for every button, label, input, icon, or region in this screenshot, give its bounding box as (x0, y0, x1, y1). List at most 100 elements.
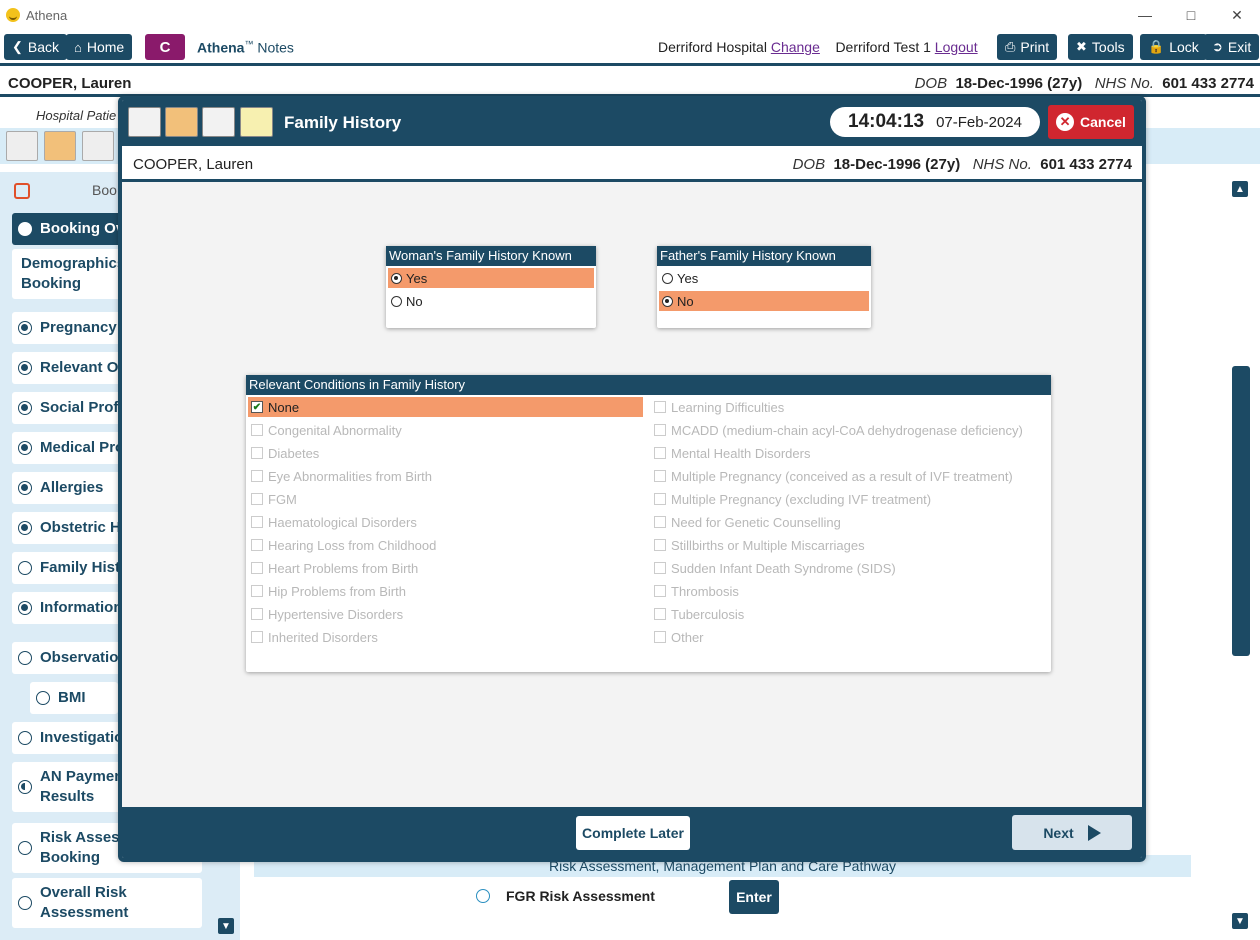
status-radio-icon (18, 321, 32, 335)
change-hospital-link[interactable]: Change (771, 39, 820, 55)
condition-option[interactable]: FGM (248, 489, 643, 509)
condition-option[interactable]: Need for Genetic Counselling (651, 512, 1046, 532)
father-option[interactable]: Yes (659, 268, 869, 288)
condition-label: Heart Problems from Birth (268, 560, 419, 576)
nhs-label: NHS No. (972, 156, 1032, 173)
checkbox-icon (654, 493, 666, 505)
nhs-value: 601 433 2774 (1162, 75, 1254, 92)
sidebar-item-label: Overall Risk Assessment (40, 884, 129, 921)
settings-icon[interactable] (128, 107, 161, 137)
checkbox-icon (654, 585, 666, 597)
home-button[interactable]: ⌂ Home (66, 34, 133, 60)
brand-sub: Notes (257, 39, 294, 56)
patient-icon[interactable] (82, 131, 114, 161)
tools-button[interactable]: ✖ Tools (1068, 34, 1133, 60)
back-label: Back (27, 39, 60, 55)
user-name: Derriford Test 1 (835, 39, 931, 55)
condition-option[interactable]: Multiple Pregnancy (conceived as a resul… (651, 466, 1046, 486)
condition-option[interactable]: Eye Abnormalities from Birth (248, 466, 643, 486)
scrollbar-thumb[interactable] (1232, 366, 1250, 656)
checkbox-icon (251, 608, 263, 620)
condition-option[interactable]: Inherited Disorders (248, 627, 643, 647)
enter-button[interactable]: Enter (729, 880, 779, 914)
calendar-icon[interactable] (240, 107, 273, 137)
next-button[interactable]: Next (1012, 815, 1132, 850)
medication-icon[interactable] (44, 131, 76, 161)
scroll-up-button[interactable]: ▲ (1232, 181, 1248, 197)
athena-logo-icon (6, 8, 20, 22)
condition-label: Diabetes (268, 445, 320, 461)
complete-later-button[interactable]: Complete Later (576, 816, 690, 850)
condition-option[interactable]: Diabetes (248, 443, 643, 463)
condition-option[interactable]: Stillbirths or Multiple Miscarriages (651, 535, 1046, 555)
condition-option[interactable]: Sudden Infant Death Syndrome (SIDS) (651, 558, 1046, 578)
fgr-risk-item: FGR Risk Assessment (470, 888, 655, 904)
dob-value: 18-Dec-1996 (27y) (955, 75, 1083, 92)
father-option[interactable]: No (659, 291, 869, 311)
cancel-icon: ✕ (1056, 113, 1075, 131)
sidebar-item-label: Medical Pro (40, 439, 125, 456)
condition-option[interactable]: Other (651, 627, 1046, 647)
modal-patient-banner: COOPER, Lauren DOB 18-Dec-1996 (27y) NHS… (122, 146, 1142, 182)
condition-option[interactable]: Thrombosis (651, 581, 1046, 601)
woman-option[interactable]: Yes (388, 268, 594, 288)
condition-option[interactable]: Haematological Disorders (248, 512, 643, 532)
modal-title: Family History (284, 113, 402, 132)
condition-label: Other (671, 629, 704, 645)
c-button[interactable]: C (145, 34, 185, 60)
condition-option[interactable]: Hypertensive Disorders (248, 604, 643, 624)
clock-time: 14:04:13 (848, 111, 925, 132)
condition-option[interactable]: Mental Health Disorders (651, 443, 1046, 463)
minimize-button[interactable]: — (1122, 0, 1168, 30)
condition-option[interactable]: Hip Problems from Birth (248, 581, 643, 601)
status-radio-icon (18, 361, 32, 375)
condition-option[interactable]: Tuberculosis (651, 604, 1046, 624)
chevron-left-icon: ❮ (12, 39, 23, 54)
sidebar-item-label: Observation (40, 649, 128, 666)
maximize-button[interactable]: □ (1168, 0, 1214, 30)
tools-label: Tools (1091, 39, 1125, 55)
condition-label: Congenital Abnormality (268, 422, 402, 438)
woman-family-history-panel: Woman's Family History Known Yes No (386, 246, 596, 328)
back-button[interactable]: ❮ Back (4, 34, 68, 60)
lock-button[interactable]: 🔒 Lock (1140, 34, 1207, 60)
close-window-button[interactable]: ✕ (1214, 0, 1260, 30)
condition-option[interactable]: Multiple Pregnancy (excluding IVF treatm… (651, 489, 1046, 509)
sidebar-item[interactable]: BMI (30, 682, 118, 714)
condition-label: Learning Difficulties (671, 399, 785, 415)
sidebar-item[interactable]: Overall Risk Assessment (12, 878, 202, 928)
father-panel-title: Father's Family History Known (657, 246, 871, 266)
checkbox-icon (251, 516, 263, 528)
patient-icon[interactable] (202, 107, 235, 137)
woman-option[interactable]: No (388, 291, 594, 311)
exit-button[interactable]: ➲ Exit (1204, 34, 1260, 60)
sidebar-item-label: Information (40, 599, 123, 616)
condition-option[interactable]: Heart Problems from Birth (248, 558, 643, 578)
medication-icon[interactable] (165, 107, 198, 137)
next-label: Next (1043, 824, 1074, 841)
home-label: Home (86, 39, 125, 55)
condition-label: Haematological Disorders (268, 514, 417, 530)
sidebar-item-label: Social Profil (40, 399, 127, 416)
checkbox-icon (251, 470, 263, 482)
condition-option[interactable]: MCADD (medium-chain acyl-CoA dehydrogena… (651, 420, 1046, 440)
logout-link[interactable]: Logout (935, 39, 978, 55)
sidebar-item-label: Risk Assess Booking (40, 829, 128, 866)
scroll-down-button[interactable]: ▼ (1232, 913, 1248, 929)
condition-option[interactable]: Hearing Loss from Childhood (248, 535, 643, 555)
checkbox-icon (654, 631, 666, 643)
condition-option[interactable]: ✔ None (248, 397, 643, 417)
sidebar-item-label: Investigatio (40, 729, 124, 746)
checkbox-icon (654, 539, 666, 551)
radio-button-icon (662, 272, 673, 284)
status-radio-icon (18, 561, 32, 575)
condition-option[interactable]: Congenital Abnormality (248, 420, 643, 440)
cancel-button[interactable]: ✕ Cancel (1048, 105, 1134, 139)
checkbox-icon (654, 562, 666, 574)
print-button[interactable]: ⎙ Print (997, 34, 1058, 60)
settings-icon[interactable] (6, 131, 38, 161)
condition-label: Thrombosis (671, 583, 739, 599)
sidebar-scroll-down-button[interactable]: ▼ (218, 918, 234, 934)
condition-option[interactable]: Learning Difficulties (651, 397, 1046, 417)
modal-footer: Complete Later Next (122, 807, 1142, 858)
